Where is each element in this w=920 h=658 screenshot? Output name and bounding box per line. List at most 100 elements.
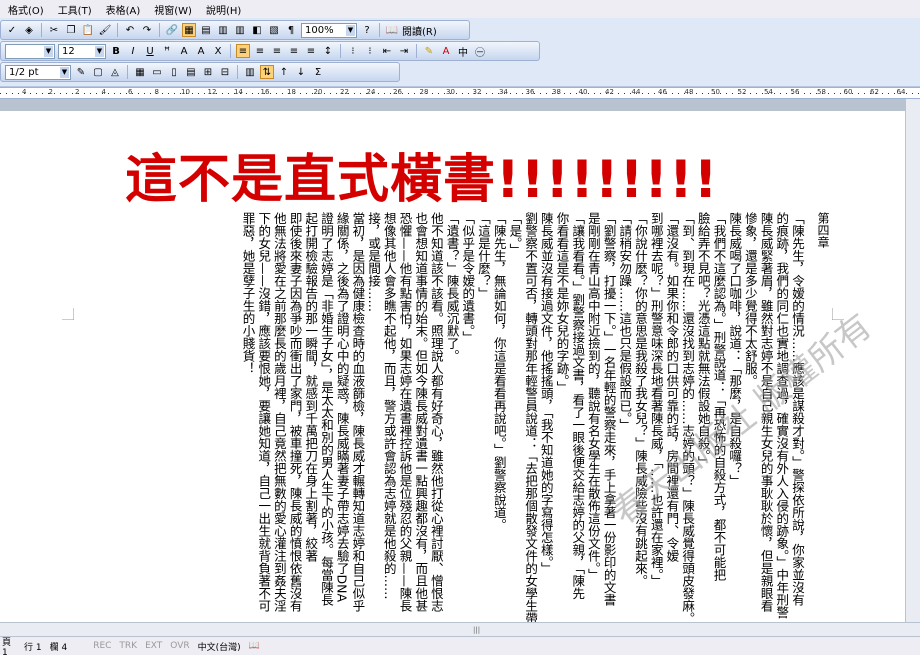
border-color-icon[interactable]: ✎ (74, 65, 88, 79)
insert-table-icon[interactable]: ▤ (199, 23, 213, 37)
zoom-combo[interactable]: 100% ▼ (301, 22, 357, 38)
ruler-number: 34 (499, 88, 508, 96)
vertical-scrollbar[interactable] (905, 99, 920, 622)
hyperlink-icon[interactable]: 🔗 (165, 23, 179, 37)
ruler-number: 4 (101, 88, 106, 96)
sort-descending-icon[interactable]: ↓ (294, 65, 308, 79)
italic-icon[interactable]: I (126, 44, 140, 58)
merge-cells-icon[interactable]: ▭ (150, 65, 164, 79)
menu-window[interactable]: 視窗(W) (154, 2, 192, 17)
toolbar-separator (379, 23, 380, 37)
outside-border-icon[interactable]: ▢ (91, 65, 105, 79)
underline-icon[interactable]: U (143, 44, 157, 58)
split-cells-icon[interactable]: ▯ (167, 65, 181, 79)
font-name-combo[interactable]: ▼ (5, 43, 55, 59)
font-color-icon[interactable]: A (439, 44, 453, 58)
justify-icon[interactable]: ≡ (287, 44, 301, 58)
text-column: 慘象，還是多少覺得不太舒服。 (742, 212, 758, 387)
bullets-icon[interactable]: ⁝ (363, 44, 377, 58)
decrease-indent-icon[interactable]: ⇤ (380, 44, 394, 58)
copy-icon[interactable]: ❐ (64, 23, 78, 37)
formatting-toolbar: ▼ 12 ▼ B I U ꟸ A A X ≡ ≡ ≡ ≡ ≡ ↕ ⁝ ⁝ ⇤ ⇥… (0, 41, 540, 61)
autosum-icon[interactable]: Σ (311, 65, 325, 79)
menu-help[interactable]: 說明(H) (206, 2, 241, 17)
ruler-number: 2 (75, 88, 80, 96)
horizontal-ruler[interactable]: 4 2 2 4 6 8 10 12 14 16 18 20 22 24 26 28 30 32 34 36 38 40 42… (0, 87, 920, 99)
horizontal-scrollbar[interactable]: ||| (0, 622, 920, 636)
insert-table-icon[interactable]: ▦ (133, 65, 147, 79)
status-trk[interactable]: TRK (119, 641, 137, 651)
status-ovr[interactable]: OVR (170, 641, 189, 651)
text-column: 「請稍安勿躁……這也只是假設而已。」 (617, 212, 633, 431)
show-hide-icon[interactable]: ¶ (284, 23, 298, 37)
char-scale-icon[interactable]: X (211, 44, 225, 58)
redo-icon[interactable]: ↷ (140, 23, 154, 37)
standard-toolbar: ✓ ◈ ✂ ❐ 📋 🖌 ↶ ↷ 🔗 ▦ ▤ ▥ ▥ ◧ ▧ ¶ 100% ▼ ?… (0, 20, 470, 40)
menu-tools[interactable]: 工具(T) (58, 2, 92, 17)
toolbar-separator (41, 23, 42, 37)
columns-icon[interactable]: ▥ (233, 23, 247, 37)
format-painter-icon[interactable]: 🖌 (98, 23, 112, 37)
ruler-number: 54 (764, 88, 773, 96)
spelling-icon[interactable]: ✓ (5, 23, 19, 37)
font-size-value: 12 (62, 45, 75, 57)
text-direction-icon[interactable]: ⇅ (260, 65, 274, 79)
increase-indent-icon[interactable]: ⇥ (397, 44, 411, 58)
paste-icon[interactable]: 📋 (81, 23, 95, 37)
tables-borders-icon[interactable]: ▦ (182, 23, 196, 37)
align-center-icon[interactable]: ≡ (253, 44, 267, 58)
document-map-icon[interactable]: ▧ (267, 23, 281, 37)
text-column: 也會想知道事情的始末。但如今陳長威對遺書一點興趣都沒有，而且他甚 (413, 212, 429, 612)
distribute-rows-icon[interactable]: ⊞ (201, 65, 215, 79)
line-spacing-icon[interactable]: ↕ (321, 44, 335, 58)
spelling-status-icon[interactable]: 📖 (249, 641, 260, 651)
text-column: 他無法將愛在之前那麼長的歲月裡，自己竟然把無數的愛心灌注到姦夫淫 (271, 212, 287, 612)
ruler-number: 36 (525, 88, 535, 96)
align-cell-icon[interactable]: ▤ (184, 65, 198, 79)
ruler-number: 18 (287, 88, 296, 96)
text-column: 「我們不這麼認為。」刑警說道：「再恐怖的自殺方式，都不可能把 (711, 212, 727, 581)
line-weight-combo[interactable]: 1/2 pt ▼ (5, 64, 71, 80)
font-size-combo[interactable]: 12 ▼ (58, 43, 106, 59)
ruler-number: 40 (578, 88, 588, 96)
status-line: 行 1 (24, 642, 42, 653)
phonetic-guide-icon[interactable]: 中 (456, 44, 470, 59)
distribute-icon[interactable]: ≡ (304, 44, 318, 58)
menu-table[interactable]: 表格(A) (106, 2, 141, 17)
research-icon[interactable]: ◈ (22, 23, 36, 37)
undo-icon[interactable]: ↶ (123, 23, 137, 37)
distribute-cols-icon[interactable]: ⊟ (218, 65, 232, 79)
char-border-icon[interactable]: A (177, 44, 191, 58)
ruler-number: 12 (207, 88, 217, 96)
ruler-number: 60 (843, 88, 853, 96)
shading-color-icon[interactable]: ◬ (108, 65, 122, 79)
char-shading-icon[interactable]: A (194, 44, 208, 58)
menu-format[interactable]: 格式(O) (8, 2, 44, 17)
ruler-number: 10 (181, 88, 190, 96)
bold-icon[interactable]: B (109, 44, 123, 58)
text-column: 即使後來妻子因為爭吵而衝出了家門，被車撞死，陳長威的憤恨依舊沒有 (287, 212, 303, 612)
scroll-grip-icon: ||| (473, 626, 481, 634)
autoformat-icon[interactable]: ▥ (243, 65, 257, 79)
drawing-icon[interactable]: ◧ (250, 23, 264, 37)
text-column: 「讓我看看。」劉警察接過文書，看了一眼後便交給志婷的父親，「陳先 (570, 212, 586, 600)
sort-ascending-icon[interactable]: ↑ (277, 65, 291, 79)
enclose-char-icon[interactable]: ㊀ (473, 44, 487, 59)
ruler-number: 50 (711, 88, 720, 96)
status-ext[interactable]: EXT (145, 641, 162, 651)
ruler-number: 24 (366, 88, 376, 96)
align-left-icon[interactable]: ≡ (236, 44, 250, 58)
text-column: 「還沒有。如果你和令郎的口供可靠的話，房間裡還有門、令嫒 (664, 212, 680, 562)
reading-label[interactable]: 閱讀(R) (402, 23, 437, 38)
numbering-icon[interactable]: ⁝ (346, 44, 360, 58)
strikethrough-icon[interactable]: ꟸ (160, 44, 174, 58)
status-rec[interactable]: REC (93, 641, 111, 651)
reading-layout-icon[interactable]: 📖 (385, 23, 399, 37)
cut-icon[interactable]: ✂ (47, 23, 61, 37)
text-column: 陳長威並沒有接過文件，他搖搖頭，「我不知道她的字寫得怎樣。」 (538, 212, 554, 575)
highlight-icon[interactable]: ✎ (422, 44, 436, 58)
ruler-number: 8 (154, 88, 159, 96)
help-icon[interactable]: ? (360, 23, 374, 37)
align-right-icon[interactable]: ≡ (270, 44, 284, 58)
insert-excel-icon[interactable]: ▥ (216, 23, 230, 37)
